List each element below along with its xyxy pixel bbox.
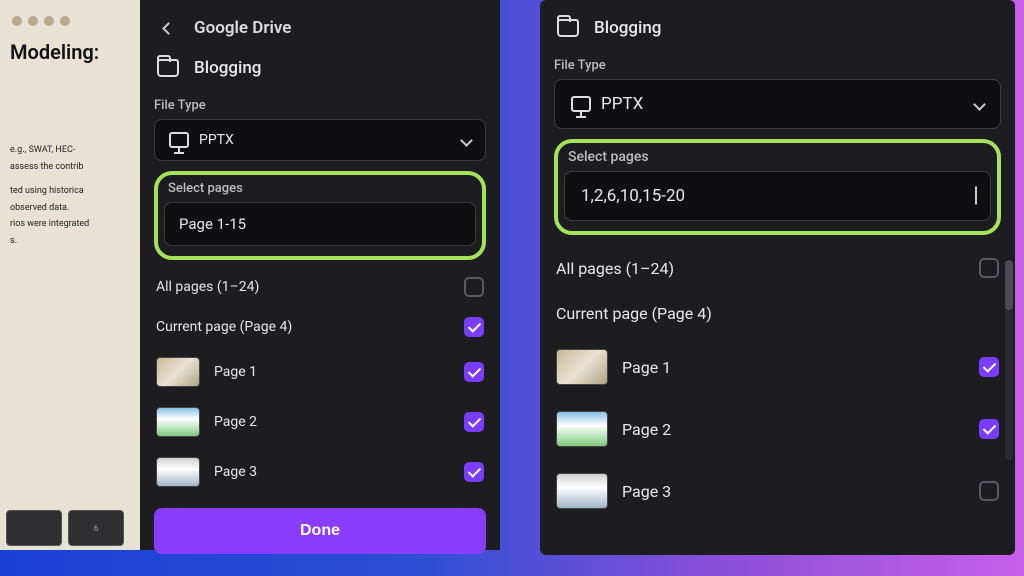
page-thumb [556, 473, 608, 509]
folder-icon [554, 14, 582, 42]
highlight-annotation: Select pages [154, 171, 486, 260]
presentation-icon [169, 132, 189, 148]
page-thumb [156, 407, 200, 437]
current-page-label: Current page (Page 4) [556, 304, 712, 323]
page-label: Page 3 [214, 464, 257, 480]
checkbox[interactable] [464, 317, 484, 337]
checkbox[interactable] [464, 412, 484, 432]
file-type-value: PPTX [601, 94, 643, 114]
folder-row[interactable]: Blogging [154, 48, 486, 88]
page-row[interactable]: Page 2 [154, 398, 486, 446]
checkbox[interactable] [464, 462, 484, 482]
checkbox[interactable] [464, 277, 484, 297]
page-label: Page 3 [622, 482, 671, 501]
all-pages-row[interactable]: All pages (1–24) [554, 249, 1001, 287]
done-button[interactable]: Done [154, 508, 486, 554]
page-thumb [556, 411, 608, 447]
checkbox[interactable] [979, 258, 999, 278]
breadcrumb-label: Google Drive [194, 18, 291, 38]
slide-thumb[interactable] [6, 510, 62, 546]
presentation-icon [571, 96, 591, 112]
page-row[interactable]: Page 3 [154, 448, 486, 496]
chevron-down-icon [973, 98, 986, 111]
page-label: Page 1 [214, 364, 257, 380]
current-page-row[interactable]: Current page (Page 4) [554, 295, 1001, 332]
page-thumb [156, 457, 200, 487]
pages-input[interactable] [164, 202, 476, 246]
select-pages-label: Select pages [564, 149, 991, 165]
slide-thumbnails: 6 [6, 510, 124, 546]
page-label: Page 2 [214, 414, 257, 430]
select-pages-label: Select pages [164, 181, 476, 196]
file-type-label: File Type [154, 98, 486, 113]
file-type-dropdown[interactable]: PPTX [154, 119, 486, 161]
decorative-dots [10, 10, 139, 40]
breadcrumb-back[interactable]: Google Drive [154, 8, 486, 48]
scrollbar[interactable] [1005, 260, 1013, 460]
chevron-left-icon [154, 14, 182, 42]
export-panel: Google Drive Blogging File Type PPTX Sel… [140, 0, 500, 550]
folder-name: Blogging [594, 18, 661, 38]
slide-thumb[interactable]: 6 [68, 510, 124, 546]
slide-title: Modeling: [10, 40, 139, 64]
folder-row[interactable]: Blogging [554, 8, 1001, 48]
page-thumb [156, 357, 200, 387]
checkbox[interactable] [464, 362, 484, 382]
file-type-value: PPTX [199, 132, 234, 148]
pages-input[interactable] [564, 171, 991, 221]
checkbox[interactable] [979, 481, 999, 501]
canvas-slide-background: Modeling: e.g., SWAT, HEC- assess the co… [0, 0, 150, 550]
page-label: Page 1 [622, 358, 671, 377]
folder-icon [154, 54, 182, 82]
chevron-down-icon [975, 186, 977, 202]
current-page-row[interactable]: Current page (Page 4) [154, 308, 486, 346]
highlight-annotation: Select pages [554, 139, 1001, 235]
checkbox[interactable] [979, 357, 999, 377]
chevron-down-icon [460, 134, 473, 147]
page-row[interactable]: Page 2 [554, 402, 1001, 456]
page-thumb [556, 349, 608, 385]
pages-list: All pages (1–24) Current page (Page 4) P… [154, 268, 486, 496]
export-panel: Blogging File Type PPTX Select pages All… [540, 0, 1015, 555]
current-page-label: Current page (Page 4) [156, 319, 292, 335]
page-label: Page 2 [622, 420, 671, 439]
all-pages-label: All pages (1–24) [556, 259, 674, 278]
pages-list: All pages (1–24) Current page (Page 4) P… [554, 249, 1001, 518]
checkbox[interactable] [979, 419, 999, 439]
all-pages-row[interactable]: All pages (1–24) [154, 268, 486, 306]
page-row[interactable]: Page 3 [554, 464, 1001, 518]
all-pages-label: All pages (1–24) [156, 279, 259, 295]
file-type-dropdown[interactable]: PPTX [554, 79, 1001, 129]
page-row[interactable]: Page 1 [154, 348, 486, 396]
file-type-label: File Type [554, 58, 1001, 73]
folder-name: Blogging [194, 58, 261, 78]
page-row[interactable]: Page 1 [554, 340, 1001, 394]
